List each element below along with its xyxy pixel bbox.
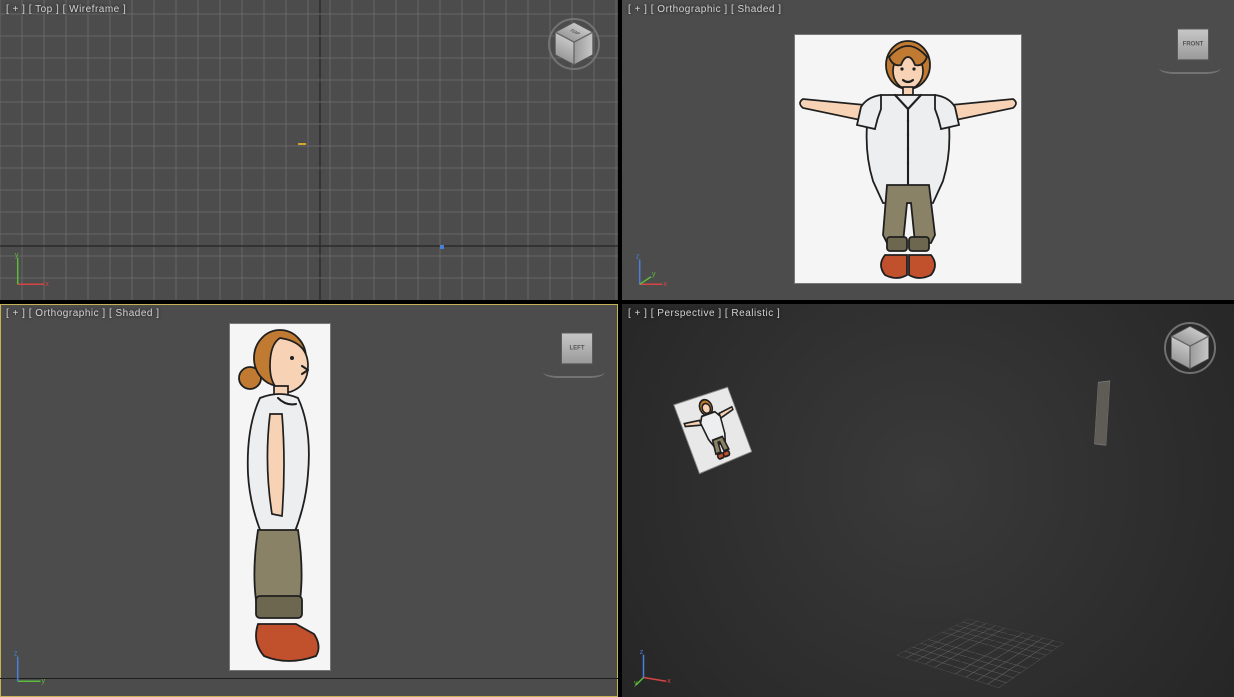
reference-plane-front-3d[interactable] bbox=[674, 388, 751, 473]
viewcube-face[interactable]: LEFT bbox=[561, 332, 593, 364]
viewcube[interactable]: TOP bbox=[548, 18, 600, 70]
viewport-front[interactable]: [ + ] [ Orthographic ] [ Shaded ] bbox=[622, 0, 1234, 300]
viewcube-face[interactable]: FRONT bbox=[1177, 28, 1209, 60]
origin-marker bbox=[298, 143, 306, 145]
svg-text:y: y bbox=[15, 252, 19, 259]
wireframe-grid bbox=[0, 0, 618, 300]
reference-plane-front[interactable] bbox=[795, 35, 1021, 283]
axis-tripod: x y bbox=[12, 252, 50, 290]
viewport-label: [ + ] [ Top ] [ Wireframe ] bbox=[6, 4, 126, 15]
axis-tripod: x y z bbox=[634, 649, 672, 687]
viewport-label: [ + ] [ Orthographic ] [ Shaded ] bbox=[628, 4, 782, 15]
svg-text:x: x bbox=[45, 280, 49, 288]
svg-text:z: z bbox=[14, 650, 18, 658]
axis-tripod: x z y bbox=[634, 252, 672, 290]
svg-text:y: y bbox=[652, 270, 656, 278]
svg-text:y: y bbox=[41, 677, 45, 685]
viewcube[interactable]: FRONT bbox=[1164, 18, 1216, 70]
view-menu[interactable]: [ Perspective ] bbox=[651, 308, 722, 319]
shading-menu[interactable]: [ Shaded ] bbox=[731, 4, 782, 15]
view-menu[interactable]: [ Orthographic ] bbox=[651, 4, 728, 15]
viewport-left[interactable]: [ + ] [ Orthographic ] [ Shaded ] bbox=[0, 304, 618, 697]
svg-text:x: x bbox=[663, 280, 667, 288]
svg-text:x: x bbox=[667, 677, 671, 685]
maximize-toggle[interactable]: [ + ] bbox=[6, 308, 25, 319]
maximize-toggle[interactable]: [ + ] bbox=[628, 4, 647, 15]
viewcube[interactable] bbox=[1164, 322, 1216, 374]
horizon-line bbox=[0, 678, 618, 679]
viewport-container: [ + ] [ Top ] [ Wireframe ] x y TOP bbox=[0, 0, 1234, 697]
view-menu[interactable]: [ Top ] bbox=[29, 4, 60, 15]
viewport-label: [ + ] [ Orthographic ] [ Shaded ] bbox=[6, 308, 160, 319]
svg-text:y: y bbox=[634, 679, 638, 687]
svg-text:z: z bbox=[640, 649, 644, 656]
viewport-perspective[interactable]: [ + ] [ Perspective ] [ Realistic ] bbox=[622, 304, 1234, 697]
svg-text:z: z bbox=[636, 253, 640, 261]
shading-menu[interactable]: [ Realistic ] bbox=[725, 308, 780, 319]
maximize-toggle[interactable]: [ + ] bbox=[628, 308, 647, 319]
viewcube[interactable]: LEFT bbox=[548, 322, 600, 374]
character-front-mini-icon bbox=[674, 388, 751, 473]
reference-plane-side[interactable] bbox=[230, 324, 330, 670]
viewport-label: [ + ] [ Perspective ] [ Realistic ] bbox=[628, 308, 780, 319]
maximize-toggle[interactable]: [ + ] bbox=[6, 4, 25, 15]
reference-plane-side-3d[interactable] bbox=[1095, 381, 1110, 444]
character-side-icon bbox=[230, 324, 330, 670]
character-front-icon bbox=[795, 35, 1021, 283]
viewport-top[interactable]: [ + ] [ Top ] [ Wireframe ] x y TOP bbox=[0, 0, 618, 300]
axis-tick bbox=[440, 245, 444, 249]
view-menu[interactable]: [ Orthographic ] bbox=[29, 308, 106, 319]
ground-grid bbox=[897, 619, 1064, 688]
shading-menu[interactable]: [ Wireframe ] bbox=[63, 4, 127, 15]
shading-menu[interactable]: [ Shaded ] bbox=[109, 308, 160, 319]
axis-tripod: y z bbox=[12, 649, 50, 687]
